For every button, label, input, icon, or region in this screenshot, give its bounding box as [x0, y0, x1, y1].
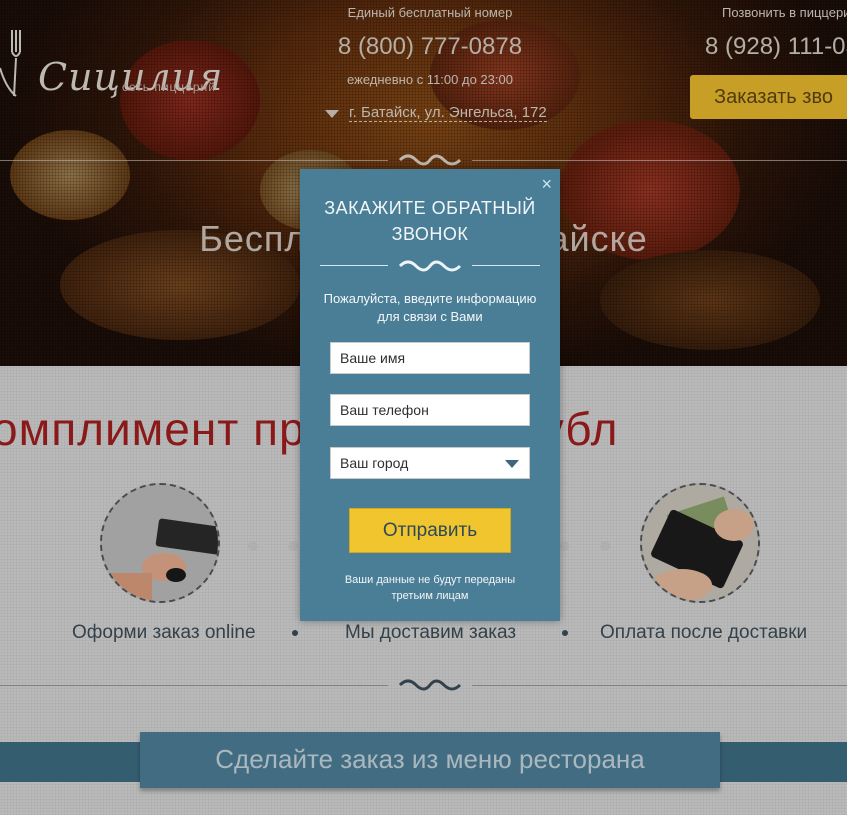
- chevron-down-icon: [505, 460, 519, 468]
- close-icon[interactable]: ×: [541, 175, 552, 193]
- name-input[interactable]: [330, 342, 530, 374]
- city-select[interactable]: Ваш город: [330, 447, 530, 479]
- city-select-value: Ваш город: [340, 455, 409, 471]
- privacy-note: Ваши данные не будут переданы третьим ли…: [344, 574, 516, 602]
- divider: [472, 265, 540, 266]
- submit-button[interactable]: Отправить: [349, 508, 511, 553]
- callback-modal: × ЗАКАЖИТЕ ОБРАТНЫЙ ЗВОНОК Пожалуйста, в…: [300, 169, 560, 621]
- ornament-icon: [398, 260, 462, 272]
- modal-title: ЗАКАЖИТЕ ОБРАТНЫЙ ЗВОНОК: [324, 198, 536, 244]
- phone-input[interactable]: [330, 394, 530, 426]
- modal-lead-text: Пожалуйста, введите информацию для связи…: [323, 291, 537, 324]
- divider: [320, 265, 388, 266]
